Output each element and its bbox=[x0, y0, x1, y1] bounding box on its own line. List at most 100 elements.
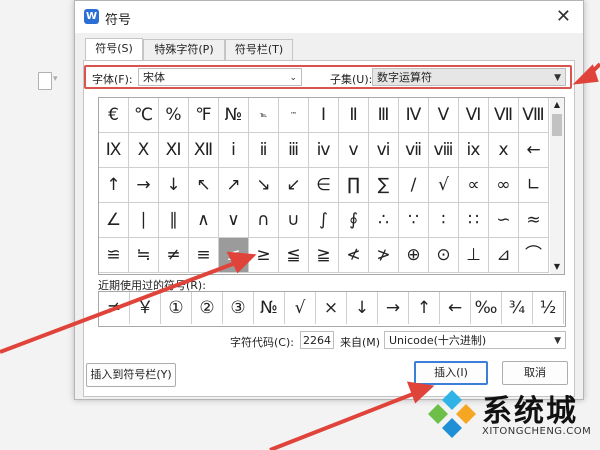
recent-symbol-cell[interactable]: √ bbox=[285, 292, 316, 324]
symbol-cell[interactable]: ∵ bbox=[399, 203, 429, 238]
symbol-cell[interactable]: ↙ bbox=[279, 168, 309, 203]
symbol-cell[interactable]: ≒ bbox=[129, 238, 159, 273]
symbol-cell[interactable]: ∫ bbox=[309, 203, 339, 238]
symbol-cell[interactable]: ≮ bbox=[339, 238, 369, 273]
symbol-cell[interactable]: ≌ bbox=[99, 238, 129, 273]
symbol-cell[interactable]: ∪ bbox=[279, 203, 309, 238]
symbol-cell[interactable]: ∝ bbox=[459, 168, 489, 203]
symbol-cell[interactable]: ⊿ bbox=[489, 238, 519, 273]
symbol-cell[interactable]: ℃ bbox=[129, 98, 159, 133]
symbol-cell[interactable]: ℡ bbox=[249, 98, 279, 133]
symbol-cell[interactable]: ≧ bbox=[309, 238, 339, 273]
symbol-cell[interactable]: ∟ bbox=[519, 168, 549, 203]
symbol-cell[interactable]: ∥ bbox=[159, 203, 189, 238]
recent-symbol-cell[interactable]: ② bbox=[192, 292, 223, 324]
symbol-cell[interactable]: ∷ bbox=[459, 203, 489, 238]
scroll-thumb[interactable] bbox=[552, 114, 562, 136]
recent-symbol-cell[interactable]: № bbox=[254, 292, 285, 324]
symbol-cell[interactable]: ≡ bbox=[189, 238, 219, 273]
symbol-cell[interactable]: ∮ bbox=[339, 203, 369, 238]
symbol-cell-selected[interactable]: ≤ bbox=[219, 238, 249, 273]
symbol-cell[interactable]: Ⅳ bbox=[399, 98, 429, 133]
symbol-cell[interactable]: ≥ bbox=[249, 238, 279, 273]
symbol-cell[interactable]: Ⅴ bbox=[429, 98, 459, 133]
symbol-cell[interactable]: ∽ bbox=[489, 203, 519, 238]
symbol-cell[interactable]: ∧ bbox=[189, 203, 219, 238]
symbol-cell[interactable]: ∞ bbox=[489, 168, 519, 203]
recent-symbol-cell[interactable]: ① bbox=[161, 292, 192, 324]
symbol-cell[interactable]: ↘ bbox=[249, 168, 279, 203]
symbol-cell[interactable]: ∶ bbox=[429, 203, 459, 238]
symbol-cell[interactable]: ⅴ bbox=[339, 133, 369, 168]
symbol-cell[interactable]: Ⅶ bbox=[489, 98, 519, 133]
recent-symbol-cell[interactable]: → bbox=[378, 292, 409, 324]
symbol-cell[interactable]: ∑ bbox=[369, 168, 399, 203]
scroll-up-icon[interactable]: ▲ bbox=[550, 98, 564, 112]
grid-scrollbar[interactable]: ▲ ▼ bbox=[550, 97, 565, 275]
recent-symbol-cell[interactable]: ≠ bbox=[99, 292, 130, 324]
symbol-cell[interactable]: ⌒ bbox=[519, 238, 549, 273]
symbol-cell[interactable]: ⊙ bbox=[429, 238, 459, 273]
symbol-cell[interactable]: ™ bbox=[279, 98, 309, 133]
symbol-cell[interactable]: → bbox=[129, 168, 159, 203]
symbol-cell[interactable]: Ⅹ bbox=[129, 133, 159, 168]
symbol-cell[interactable]: ⅱ bbox=[249, 133, 279, 168]
symbol-cell[interactable]: ⅶ bbox=[399, 133, 429, 168]
symbol-cell[interactable]: ⅸ bbox=[459, 133, 489, 168]
symbol-cell[interactable]: ↗ bbox=[219, 168, 249, 203]
symbol-cell[interactable]: Ⅲ bbox=[369, 98, 399, 133]
symbol-cell[interactable]: ℉ bbox=[189, 98, 219, 133]
char-code-input[interactable]: 2264 bbox=[300, 331, 334, 349]
symbol-cell[interactable]: ≦ bbox=[279, 238, 309, 273]
symbol-cell[interactable]: ⅳ bbox=[309, 133, 339, 168]
recent-symbol-cell[interactable]: ↓ bbox=[347, 292, 378, 324]
recent-symbol-cell[interactable]: ↑ bbox=[409, 292, 440, 324]
symbol-cell[interactable]: Ⅰ bbox=[309, 98, 339, 133]
symbol-cell[interactable]: ∕ bbox=[399, 168, 429, 203]
close-icon[interactable]: ✕ bbox=[556, 6, 571, 27]
symbol-cell[interactable]: Ⅺ bbox=[159, 133, 189, 168]
symbol-cell[interactable]: € bbox=[99, 98, 129, 133]
symbol-cell[interactable]: ∏ bbox=[339, 168, 369, 203]
recent-symbol-cell[interactable]: ½ bbox=[533, 292, 564, 324]
recent-symbol-cell[interactable]: ③ bbox=[223, 292, 254, 324]
symbol-cell[interactable]: √ bbox=[429, 168, 459, 203]
symbol-cell[interactable]: ↓ bbox=[159, 168, 189, 203]
symbol-cell[interactable]: ≈ bbox=[519, 203, 549, 238]
recent-symbol-cell[interactable]: × bbox=[316, 292, 347, 324]
symbol-cell[interactable]: Ⅵ bbox=[459, 98, 489, 133]
symbol-cell[interactable]: ⅷ bbox=[429, 133, 459, 168]
symbol-cell[interactable]: Ⅻ bbox=[189, 133, 219, 168]
symbol-cell[interactable]: ← bbox=[519, 133, 549, 168]
symbol-cell[interactable]: ⊕ bbox=[399, 238, 429, 273]
symbol-cell[interactable]: ⅰ bbox=[219, 133, 249, 168]
symbol-cell[interactable]: № bbox=[219, 98, 249, 133]
symbol-cell[interactable]: ↖ bbox=[189, 168, 219, 203]
symbol-cell[interactable]: ∩ bbox=[249, 203, 279, 238]
encoding-select[interactable]: Unicode(十六进制) ▼ bbox=[384, 331, 566, 349]
scroll-down-icon[interactable]: ▼ bbox=[550, 260, 564, 274]
symbol-cell[interactable]: ∈ bbox=[309, 168, 339, 203]
recent-symbol-cell[interactable]: ￥ bbox=[130, 292, 161, 324]
recent-symbol-cell[interactable]: ¾ bbox=[502, 292, 533, 324]
symbol-cell[interactable]: % bbox=[159, 98, 189, 133]
symbol-cell[interactable]: ⅹ bbox=[489, 133, 519, 168]
symbol-cell[interactable]: ≯ bbox=[369, 238, 399, 273]
recent-symbol-cell[interactable]: ‰ bbox=[471, 292, 502, 324]
symbol-cell[interactable]: ∠ bbox=[99, 203, 129, 238]
symbol-cell[interactable]: ↑ bbox=[99, 168, 129, 203]
symbol-cell[interactable]: ∣ bbox=[129, 203, 159, 238]
symbol-cell[interactable]: ∴ bbox=[369, 203, 399, 238]
symbol-cell[interactable]: Ⅷ bbox=[519, 98, 549, 133]
insert-to-symbol-bar-button[interactable]: 插入到符号栏(Y) bbox=[86, 363, 176, 387]
tab-special-chars[interactable]: 特殊字符(P) bbox=[143, 39, 225, 60]
symbol-cell[interactable]: ∨ bbox=[219, 203, 249, 238]
tab-symbol-bar[interactable]: 符号栏(T) bbox=[225, 39, 293, 60]
tab-symbols[interactable]: 符号(S) bbox=[85, 38, 143, 61]
symbol-cell[interactable]: ⅲ bbox=[279, 133, 309, 168]
symbol-cell[interactable]: ≠ bbox=[159, 238, 189, 273]
recent-symbol-cell[interactable]: ← bbox=[440, 292, 471, 324]
symbol-cell[interactable]: ⅵ bbox=[369, 133, 399, 168]
symbol-cell[interactable]: ⊥ bbox=[459, 238, 489, 273]
symbol-cell[interactable]: Ⅱ bbox=[339, 98, 369, 133]
